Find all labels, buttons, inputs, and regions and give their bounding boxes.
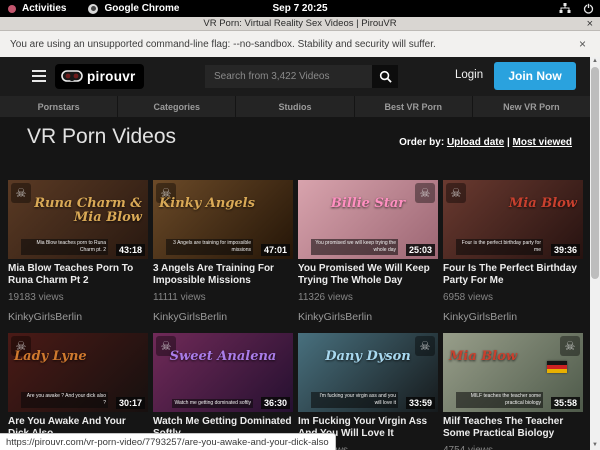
video-studio-link[interactable]: KinkyGirlsBerlin — [153, 311, 293, 323]
video-views: 19183 views — [8, 292, 148, 303]
video-thumbnail[interactable]: ☠ Billie Star You promised we will keep … — [298, 180, 438, 259]
video-studio-link[interactable]: KinkyGirlsBerlin — [443, 311, 583, 323]
login-link[interactable]: Login — [455, 69, 483, 81]
video-title-link[interactable]: 3 Angels Are Training For Impossible Mis… — [153, 263, 293, 286]
thumbnail-caption: MILF teaches the teacher some practical … — [456, 392, 543, 408]
nav-item-studios[interactable]: Studios — [236, 96, 354, 117]
video-views: 4754 views — [443, 445, 583, 450]
thumbnail-overlay-title: Sweet Analena — [159, 350, 287, 364]
nav-item-best-vr-porn[interactable]: Best VR Porn — [355, 96, 473, 117]
vr-goggles-icon — [61, 70, 83, 83]
scroll-up-icon[interactable]: ▲ — [590, 57, 600, 66]
tab-title: VR Porn: Virtual Reality Sex Videos | Pi… — [203, 18, 396, 29]
duration-badge: 39:36 — [551, 244, 580, 256]
video-thumbnail[interactable]: ☠ Kinky Angels 3 Angels are training for… — [153, 180, 293, 259]
video-thumbnail[interactable]: ☠ Mia Blow MILF teaches the teacher some… — [443, 333, 583, 412]
order-most-viewed-link[interactable]: Most viewed — [513, 137, 572, 148]
warning-text: You are using an unsupported command-lin… — [10, 39, 436, 50]
order-by-controls: Order by: Upload date | Most viewed — [399, 137, 572, 148]
warning-close-icon[interactable]: × — [579, 37, 586, 51]
nav-item-categories[interactable]: Categories — [118, 96, 236, 117]
video-views: 11326 views — [298, 292, 438, 303]
thumbnail-caption: I'm fucking your virgin ass and you will… — [311, 392, 398, 408]
duration-badge: 43:18 — [116, 244, 145, 256]
duration-badge: 47:01 — [261, 244, 290, 256]
video-thumbnail[interactable]: ☠ Mia Blow Four is the perfect birthday … — [443, 180, 583, 259]
thumbnail-caption: Watch me getting dominated softly — [172, 399, 253, 408]
scroll-down-icon[interactable]: ▼ — [590, 441, 600, 450]
thumbnail-caption: Mia Blow teaches porn to Runa Charm pt. … — [21, 239, 108, 255]
thumbnail-overlay-title: Kinky Angels — [159, 197, 287, 211]
video-card[interactable]: ☠ Billie Star You promised we will keep … — [298, 180, 438, 325]
video-card[interactable]: ☠ Mia Blow MILF teaches the teacher some… — [443, 333, 583, 450]
order-upload-date-link[interactable]: Upload date — [447, 137, 504, 148]
sandbox-warning-bar: You are using an unsupported command-lin… — [0, 31, 600, 57]
order-separator: | — [504, 137, 512, 148]
duration-badge: 30:17 — [116, 397, 145, 409]
video-card[interactable]: ☠ Runa Charm & Mia Blow Mia Blow teaches… — [8, 180, 148, 325]
search-input[interactable] — [205, 65, 372, 88]
search-button[interactable] — [372, 65, 398, 88]
video-views: 11111 views — [153, 292, 293, 303]
thumbnail-caption: You promised we will keep trying the who… — [311, 239, 398, 255]
main-nav: Pornstars Categories Studios Best VR Por… — [0, 96, 590, 117]
thumbnail-caption: 3 Angels are training for impossible mis… — [166, 239, 253, 255]
site-logo[interactable]: pirouvr — [55, 64, 144, 89]
video-card[interactable]: ☠ Mia Blow Four is the perfect birthday … — [443, 180, 583, 325]
thumbnail-overlay-title: Mia Blow — [449, 197, 577, 211]
video-title-link[interactable]: You Promised We Will Keep Trying The Who… — [298, 263, 438, 286]
video-thumbnail[interactable]: ☠ Runa Charm & Mia Blow Mia Blow teaches… — [8, 180, 148, 259]
search-icon — [379, 70, 392, 83]
system-top-bar: Activities Google Chrome Sep 7 20:25 — [0, 0, 600, 17]
order-by-label: Order by: — [399, 137, 444, 148]
tab-close-icon[interactable]: × — [587, 18, 593, 30]
page-title: VR Porn Videos — [27, 125, 176, 149]
browser-title-bar: VR Porn: Virtual Reality Sex Videos | Pi… — [0, 17, 600, 31]
network-icon[interactable] — [559, 3, 571, 14]
nav-item-pornstars[interactable]: Pornstars — [0, 96, 118, 117]
status-url-bar: https://pirouvr.com/vr-porn-video/779325… — [0, 433, 336, 450]
video-studio-link[interactable]: KinkyGirlsBerlin — [298, 311, 438, 323]
scrollbar-thumb[interactable] — [591, 67, 599, 279]
duration-badge: 36:30 — [261, 397, 290, 409]
join-now-button[interactable]: Join Now — [494, 62, 576, 90]
nav-item-new-vr-porn[interactable]: New VR Porn — [473, 96, 590, 117]
duration-badge: 35:58 — [551, 397, 580, 409]
thumbnail-overlay-title: Dany Dyson — [304, 350, 432, 364]
duration-badge: 25:03 — [406, 244, 435, 256]
video-title-link[interactable]: Mia Blow Teaches Porn To Runa Charm Pt 2 — [8, 263, 148, 286]
german-flag-icon — [547, 361, 567, 373]
video-card[interactable]: ☠ Kinky Angels 3 Angels are training for… — [153, 180, 293, 325]
video-studio-link[interactable]: KinkyGirlsBerlin — [8, 311, 148, 323]
status-url-text: https://pirouvr.com/vr-porn-video/779325… — [6, 437, 329, 448]
video-thumbnail[interactable]: ☠ Sweet Analena Watch me getting dominat… — [153, 333, 293, 412]
site-logo-text: pirouvr — [87, 69, 136, 84]
menu-hamburger-icon[interactable] — [32, 70, 46, 82]
scrollbar[interactable]: ▲ ▼ — [590, 57, 600, 450]
power-icon[interactable] — [583, 3, 594, 14]
site-header: pirouvr Login Join Now — [0, 57, 590, 96]
video-title-link[interactable]: Four Is The Perfect Birthday Party For M… — [443, 263, 583, 286]
video-title-link[interactable]: Milf Teaches The Teacher Some Practical … — [443, 416, 583, 439]
duration-badge: 33:59 — [406, 397, 435, 409]
video-views: 6958 views — [443, 292, 583, 303]
video-thumbnail[interactable]: ☠ Dany Dyson I'm fucking your virgin ass… — [298, 333, 438, 412]
video-thumbnail[interactable]: ☠ Lady Lyne Are you awake ? And your dic… — [8, 333, 148, 412]
system-clock[interactable]: Sep 7 20:25 — [0, 3, 600, 14]
page-viewport: pirouvr Login Join Now Pornstars Categor… — [0, 57, 590, 450]
thumbnail-overlay-title: Runa Charm & Mia Blow — [14, 197, 142, 224]
thumbnail-overlay-title: Billie Star — [304, 197, 432, 211]
thumbnail-overlay-title: Lady Lyne — [14, 350, 142, 364]
thumbnail-caption: Are you awake ? And your dick also ? — [21, 392, 108, 408]
thumbnail-caption: Four is the perfect birthday party for m… — [456, 239, 543, 255]
video-grid: ☠ Runa Charm & Mia Blow Mia Blow teaches… — [8, 180, 583, 450]
